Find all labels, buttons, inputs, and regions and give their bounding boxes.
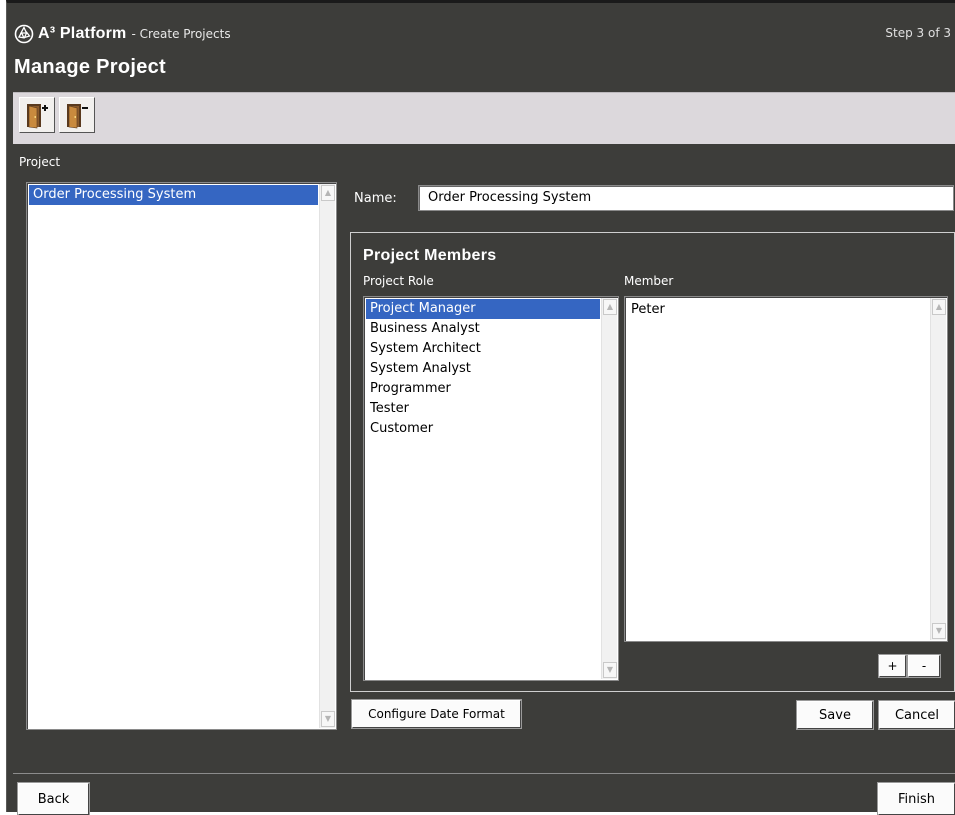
aperture-logo-icon <box>14 24 34 44</box>
scroll-up-icon[interactable]: ▲ <box>321 185 335 201</box>
project-name-input[interactable]: Order Processing System <box>418 185 954 211</box>
remove-project-button[interactable] <box>59 97 95 133</box>
save-button[interactable]: Save <box>797 701 873 729</box>
page-title: Manage Project <box>14 56 167 78</box>
door-remove-icon <box>67 104 88 129</box>
member-item[interactable]: Peter <box>627 300 929 320</box>
app-window: A³ Platform - Create Projects Step 3 of … <box>6 0 955 815</box>
app-subtitle: - Create Projects <box>131 27 231 41</box>
scroll-down-icon[interactable]: ▼ <box>321 711 335 727</box>
role-item-tester[interactable]: Tester <box>366 399 600 419</box>
member-label: Member <box>624 274 674 288</box>
cancel-button[interactable]: Cancel <box>879 701 955 729</box>
configure-date-format-button[interactable]: Configure Date Format <box>352 700 521 728</box>
role-item-customer[interactable]: Customer <box>366 419 600 439</box>
scroll-down-icon[interactable]: ▼ <box>603 662 617 678</box>
step-indicator: Step 3 of 3 <box>885 26 951 40</box>
scroll-down-icon[interactable]: ▼ <box>932 623 946 639</box>
member-list[interactable]: Peter ▲ ▼ <box>624 296 948 642</box>
footer-divider <box>13 773 955 774</box>
add-member-button[interactable]: + <box>879 655 906 677</box>
role-item-project-manager[interactable]: Project Manager <box>366 299 600 319</box>
project-list-item[interactable]: Order Processing System <box>29 185 318 205</box>
role-item-system-analyst[interactable]: System Analyst <box>366 359 600 379</box>
project-role-list[interactable]: Project Manager Business Analyst System … <box>363 296 619 681</box>
scroll-up-icon[interactable]: ▲ <box>603 299 617 315</box>
finish-button[interactable]: Finish <box>878 783 955 815</box>
scroll-up-icon[interactable]: ▲ <box>932 299 946 315</box>
member-list-scrollbar[interactable]: ▲ ▼ <box>930 298 946 640</box>
add-project-button[interactable] <box>19 97 55 133</box>
app-name: A³ Platform <box>38 25 127 42</box>
role-item-programmer[interactable]: Programmer <box>366 379 600 399</box>
project-list[interactable]: Order Processing System ▲ ▼ <box>26 182 337 730</box>
back-button[interactable]: Back <box>18 783 89 815</box>
project-members-group: Project Members Project Role Member Proj… <box>350 232 955 692</box>
role-item-system-architect[interactable]: System Architect <box>366 339 600 359</box>
remove-member-button[interactable]: - <box>908 655 940 677</box>
toolbar <box>13 92 955 144</box>
door-add-icon <box>27 104 48 129</box>
role-list-scrollbar[interactable]: ▲ ▼ <box>601 298 617 679</box>
brand: A³ Platform - Create Projects <box>14 23 231 45</box>
project-label: Project <box>19 155 61 169</box>
project-list-scrollbar[interactable]: ▲ ▼ <box>319 184 335 728</box>
name-label: Name: <box>354 191 397 206</box>
project-role-label: Project Role <box>363 274 434 288</box>
role-item-business-analyst[interactable]: Business Analyst <box>366 319 600 339</box>
project-members-title: Project Members <box>363 247 497 264</box>
